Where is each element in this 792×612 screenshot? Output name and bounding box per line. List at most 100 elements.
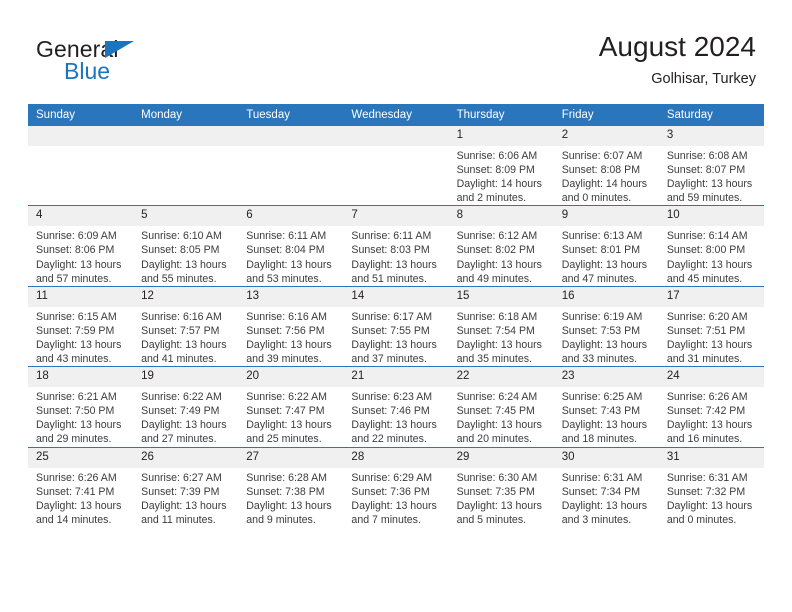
day-number: 24 <box>658 367 764 388</box>
calendar-day-cell[interactable]: 20 Sunrise: 6:22 AM Sunset: 7:47 PM Dayligh… <box>238 366 344 447</box>
calendar-day-cell[interactable]: 26 Sunrise: 6:27 AM Sunset: 7:39 PM Dayligh… <box>133 446 239 527</box>
sunset-text: Sunset: 7:38 PM <box>246 485 325 498</box>
daylight-text-line1: Daylight: 13 hours <box>561 338 648 351</box>
sunset-text: Sunset: 7:39 PM <box>141 485 220 498</box>
calendar-day-cell[interactable]: 3 Sunrise: 6:08 AM Sunset: 8:07 PM Daylight… <box>658 126 764 206</box>
day-sun-info: Sunrise: 6:26 AM Sunset: 7:42 PM Daylight:… <box>659 387 764 446</box>
calendar-day-cell[interactable]: 15 Sunrise: 6:18 AM Sunset: 7:54 PM Dayligh… <box>448 285 554 367</box>
sunrise-text: Sunrise: 6:11 AM <box>246 230 327 243</box>
calendar-day-cell[interactable]: 25 Sunrise: 6:26 AM Sunset: 7:41 PM Dayligh… <box>28 446 134 527</box>
sunset-text: Sunset: 7:45 PM <box>456 405 535 418</box>
calendar-day-cell-empty <box>28 126 134 206</box>
weekday-header-thursday: Thursday <box>448 104 554 126</box>
day-sun-info: Sunrise: 6:26 AM Sunset: 7:41 PM Daylight:… <box>28 468 133 527</box>
calendar-day-cell[interactable]: 27 Sunrise: 6:28 AM Sunset: 7:38 PM Dayligh… <box>238 446 344 527</box>
calendar-table: Sunday Monday Tuesday Wednesday Thursday… <box>28 104 764 527</box>
weekday-header-monday: Monday <box>133 104 239 126</box>
day-number: 15 <box>448 286 554 307</box>
day-number: 8 <box>448 206 554 227</box>
sunrise-text: Sunrise: 6:21 AM <box>36 391 117 404</box>
calendar-day-cell[interactable]: 31 Sunrise: 6:31 AM Sunset: 7:32 PM Dayligh… <box>658 446 764 527</box>
daylight-text-line1: Daylight: 13 hours <box>141 419 227 432</box>
daylight-text-line1: Daylight: 13 hours <box>456 419 542 432</box>
calendar-day-cell[interactable]: 22 Sunrise: 6:24 AM Sunset: 7:45 PM Dayligh… <box>448 366 554 447</box>
daylight-text-line2: and 35 minutes. <box>456 353 532 366</box>
daylight-text-line2: and 3 minutes. <box>561 513 632 526</box>
day-number: 31 <box>658 447 764 468</box>
day-number: 29 <box>448 447 554 468</box>
calendar-day-cell[interactable]: 14 Sunrise: 6:17 AM Sunset: 7:55 PM Dayligh… <box>343 285 449 367</box>
calendar-day-cell[interactable]: 30 Sunrise: 6:31 AM Sunset: 7:34 PM Dayligh… <box>553 446 659 527</box>
day-sun-info: Sunrise: 6:30 AM Sunset: 7:35 PM Daylight:… <box>449 468 554 527</box>
daylight-text-line2: and 7 minutes. <box>351 513 421 526</box>
day-sun-info: Sunrise: 6:27 AM Sunset: 7:39 PM Daylight:… <box>133 468 238 527</box>
sunrise-text: Sunrise: 6:14 AM <box>666 230 748 243</box>
sunset-text: Sunset: 8:02 PM <box>456 244 535 257</box>
daylight-text-line1: Daylight: 13 hours <box>351 419 437 432</box>
day-sun-info: Sunrise: 6:11 AM Sunset: 8:04 PM Daylight:… <box>238 226 343 285</box>
calendar-day-cell[interactable]: 7 Sunrise: 6:11 AM Sunset: 8:03 PM Daylight… <box>343 205 449 287</box>
calendar-day-cell[interactable]: 9 Sunrise: 6:13 AM Sunset: 8:01 PM Daylight… <box>553 205 659 287</box>
calendar-day-cell[interactable]: 18 Sunrise: 6:21 AM Sunset: 7:50 PM Dayligh… <box>28 366 134 447</box>
calendar-day-cell[interactable]: 13 Sunrise: 6:16 AM Sunset: 7:56 PM Dayligh… <box>238 285 344 367</box>
daylight-text-line1: Daylight: 13 hours <box>666 419 753 432</box>
calendar-day-cell-empty <box>343 126 449 206</box>
calendar-day-cell[interactable]: 24 Sunrise: 6:26 AM Sunset: 7:42 PM Dayligh… <box>658 366 764 447</box>
daylight-text-line2: and 39 minutes. <box>246 353 322 366</box>
calendar-day-cell[interactable]: 4 Sunrise: 6:09 AM Sunset: 8:06 PM Daylight… <box>28 205 134 287</box>
triangle-icon <box>105 41 134 58</box>
calendar-day-cell[interactable]: 10 Sunrise: 6:14 AM Sunset: 8:00 PM Dayligh… <box>658 205 764 287</box>
sunset-text: Sunset: 8:08 PM <box>561 164 641 177</box>
calendar-day-cell[interactable]: 28 Sunrise: 6:29 AM Sunset: 7:36 PM Dayligh… <box>343 446 449 527</box>
sunset-text: Sunset: 7:59 PM <box>36 324 115 337</box>
sunset-text: Sunset: 7:35 PM <box>456 485 535 498</box>
calendar-day-cell-empty <box>238 126 344 206</box>
daylight-text-line1: Daylight: 13 hours <box>666 499 753 512</box>
daylight-text-line1: Daylight: 13 hours <box>666 338 753 351</box>
calendar-day-cell[interactable]: 2 Sunrise: 6:07 AM Sunset: 8:08 PM Daylight… <box>553 126 659 206</box>
calendar-day-cell[interactable]: 8 Sunrise: 6:12 AM Sunset: 8:02 PM Daylight… <box>448 205 554 287</box>
daylight-text-line1: Daylight: 13 hours <box>561 499 648 512</box>
weekday-header-friday: Friday <box>553 104 659 126</box>
sunset-text: Sunset: 7:42 PM <box>666 405 746 418</box>
sunset-text: Sunset: 7:34 PM <box>561 485 641 498</box>
day-sun-info: Sunrise: 6:23 AM Sunset: 7:46 PM Daylight:… <box>343 387 448 446</box>
sunset-text: Sunset: 8:01 PM <box>561 244 641 257</box>
sunrise-text: Sunrise: 6:23 AM <box>351 391 433 404</box>
sunset-text: Sunset: 8:00 PM <box>666 244 746 257</box>
calendar-header-row: Sunday Monday Tuesday Wednesday Thursday… <box>28 104 764 126</box>
calendar-day-cell-empty <box>133 126 239 206</box>
sunset-text: Sunset: 8:06 PM <box>36 244 115 257</box>
calendar-day-cell[interactable]: 1 Sunrise: 6:06 AM Sunset: 8:09 PM Daylight… <box>448 126 554 206</box>
calendar-day-cell[interactable]: 21 Sunrise: 6:23 AM Sunset: 7:46 PM Dayligh… <box>343 366 449 447</box>
sunset-text: Sunset: 7:50 PM <box>36 405 115 418</box>
calendar-day-cell[interactable]: 11 Sunrise: 6:15 AM Sunset: 7:59 PM Dayligh… <box>28 285 134 367</box>
sunset-text: Sunset: 7:53 PM <box>561 324 641 337</box>
sunrise-text: Sunrise: 6:07 AM <box>561 150 643 162</box>
page-subtitle: Golhisar, Turkey <box>651 71 756 87</box>
sunset-text: Sunset: 7:57 PM <box>141 324 220 337</box>
calendar-day-cell[interactable]: 29 Sunrise: 6:30 AM Sunset: 7:35 PM Dayligh… <box>448 446 554 527</box>
daylight-text-line2: and 33 minutes. <box>561 353 638 366</box>
sunrise-text: Sunrise: 6:19 AM <box>561 310 643 323</box>
sunset-text: Sunset: 8:09 PM <box>456 164 535 177</box>
daylight-text-line2: and 55 minutes. <box>141 272 217 285</box>
calendar-day-cell[interactable]: 5 Sunrise: 6:10 AM Sunset: 8:05 PM Daylight… <box>133 205 239 287</box>
general-blue-logo[interactable]: General Blue <box>36 36 216 88</box>
daylight-text-line1: Daylight: 13 hours <box>36 258 122 271</box>
calendar-day-cell[interactable]: 16 Sunrise: 6:19 AM Sunset: 7:53 PM Dayligh… <box>553 285 659 367</box>
calendar-day-cell[interactable]: 12 Sunrise: 6:16 AM Sunset: 7:57 PM Dayligh… <box>133 285 239 367</box>
daylight-text-line2: and 20 minutes. <box>456 433 532 446</box>
weekday-header-tuesday: Tuesday <box>238 104 344 126</box>
calendar-day-cell[interactable]: 6 Sunrise: 6:11 AM Sunset: 8:04 PM Daylight… <box>238 205 344 287</box>
daylight-text-line2: and 27 minutes. <box>141 433 217 446</box>
calendar-day-cell[interactable]: 23 Sunrise: 6:25 AM Sunset: 7:43 PM Dayligh… <box>553 366 659 447</box>
daylight-text-line2: and 37 minutes. <box>351 353 427 366</box>
sunrise-text: Sunrise: 6:10 AM <box>141 230 222 243</box>
day-number: 3 <box>658 126 764 146</box>
daylight-text-line1: Daylight: 13 hours <box>246 258 332 271</box>
sunrise-text: Sunrise: 6:22 AM <box>246 391 327 404</box>
calendar-day-cell[interactable]: 17 Sunrise: 6:20 AM Sunset: 7:51 PM Dayligh… <box>658 285 764 367</box>
daylight-text-line2: and 57 minutes. <box>36 272 112 285</box>
calendar-day-cell[interactable]: 19 Sunrise: 6:22 AM Sunset: 7:49 PM Dayligh… <box>133 366 239 447</box>
